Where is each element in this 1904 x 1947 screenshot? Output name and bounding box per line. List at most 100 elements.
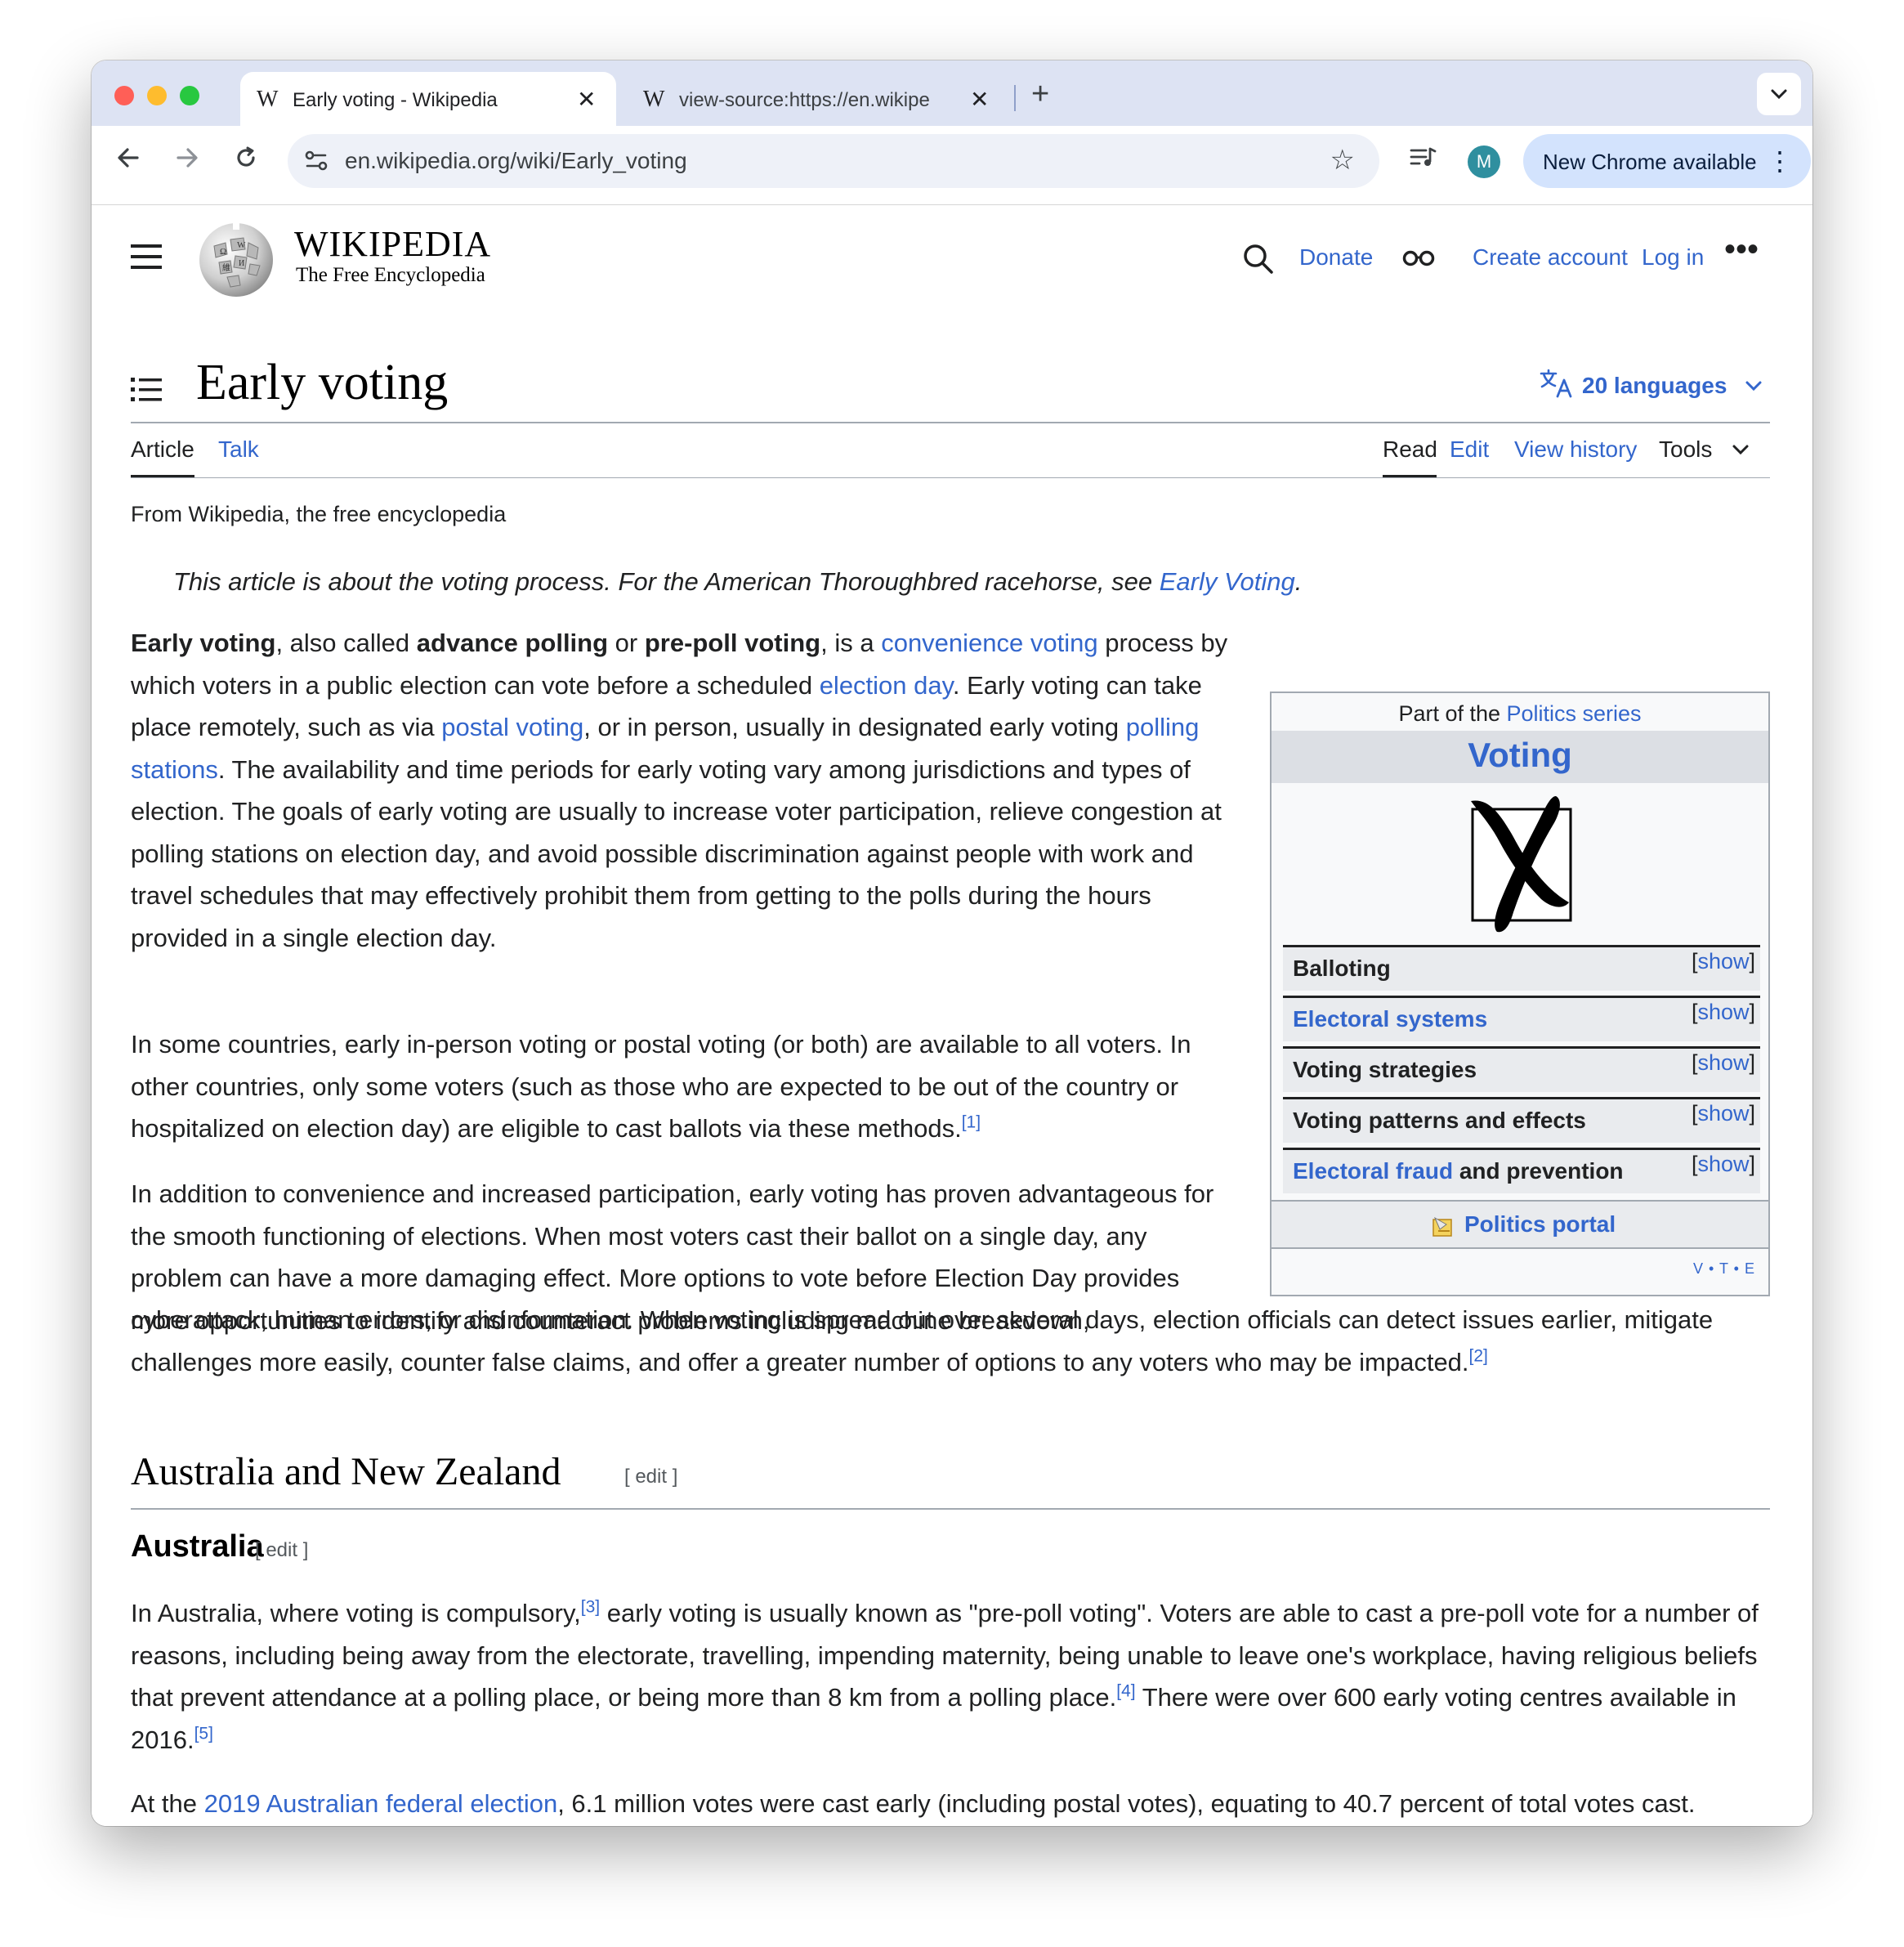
infobox-collapsible-row[interactable]: Voting patterns and effects [show] [1283, 1097, 1760, 1143]
tab-title: view-source:https://en.wikipe [679, 89, 930, 111]
infobox-collapsible-row[interactable]: Balloting [show] [1283, 945, 1760, 991]
maximize-window-button[interactable] [180, 86, 199, 105]
tab-strip: W Early voting - Wikipedia ✕ W view-sour… [92, 60, 1812, 126]
svg-text:維: 維 [222, 262, 230, 273]
back-arrow-icon[interactable] [114, 144, 142, 179]
browser-window: W Early voting - Wikipedia ✕ W view-sour… [92, 60, 1812, 1826]
tab-search-button[interactable] [1757, 73, 1801, 115]
svg-text:Ω: Ω [220, 247, 226, 257]
kebab-menu-icon[interactable]: ⋮ [1767, 145, 1793, 177]
site-info-icon[interactable] [302, 147, 330, 175]
section-heading-australia: Australia [131, 1529, 264, 1564]
minimize-window-button[interactable] [147, 86, 167, 105]
hatnote-link[interactable]: Early Voting [1160, 567, 1295, 596]
infobox-row-label: Electoral fraud and prevention [1293, 1158, 1624, 1184]
reading-glasses-icon[interactable] [1402, 249, 1435, 267]
wikipedia-page: Ω W И 維 WIKIPEDIA The Free Encyclopedia … [92, 205, 1812, 1826]
svg-text:W: W [237, 240, 246, 250]
toc-icon[interactable] [131, 377, 162, 403]
link-2019-australian-federal-election[interactable]: 2019 Australian federal election [204, 1789, 558, 1818]
infobox-row-label: Voting patterns and effects [1293, 1108, 1586, 1133]
paragraph-2019-election: At the 2019 Australian federal election,… [131, 1789, 1696, 1818]
section-divider [131, 1508, 1770, 1510]
paragraph-australia: In Australia, where voting is compulsory… [131, 1597, 1759, 1754]
infobox-collapsible-row[interactable]: Electoral fraud and prevention [show] [1283, 1148, 1760, 1193]
profile-avatar[interactable]: M [1468, 145, 1500, 178]
hatnote: This article is about the voting process… [173, 567, 1303, 596]
infobox-row-label: Electoral systems [1293, 1006, 1488, 1032]
vte-view[interactable]: V [1693, 1260, 1704, 1277]
infobox-collapsible-row[interactable]: Voting strategies [show] [1283, 1046, 1760, 1092]
media-control-icon[interactable] [1409, 145, 1438, 178]
more-options-icon[interactable]: ••• [1724, 231, 1759, 268]
tab-talk[interactable]: Talk [218, 436, 259, 463]
show-toggle[interactable]: [show] [1692, 949, 1755, 974]
infobox-series: Part of the Politics series [1398, 701, 1642, 726]
tab-read[interactable]: Read [1383, 436, 1437, 463]
tab-close-icon[interactable]: ✕ [970, 86, 989, 113]
log-in-link[interactable]: Log in [1642, 244, 1704, 271]
link-postal-voting[interactable]: postal voting [441, 713, 583, 741]
tab-view-history[interactable]: View history [1514, 436, 1637, 463]
address-bar[interactable]: en.wikipedia.org/wiki/Early_voting ☆ [288, 134, 1379, 188]
show-toggle[interactable]: [show] [1692, 1101, 1755, 1126]
section-edit-link[interactable]: [ edit ] [255, 1539, 308, 1562]
create-account-link[interactable]: Create account [1473, 244, 1628, 271]
forward-arrow-icon[interactable] [173, 144, 201, 179]
bookmark-star-icon[interactable]: ☆ [1330, 144, 1355, 177]
ballot-x-icon[interactable] [1456, 790, 1587, 937]
update-label: New Chrome available [1543, 150, 1757, 174]
languages-button[interactable]: 20 languages [1540, 369, 1763, 399]
tab-edit[interactable]: Edit [1450, 436, 1489, 463]
reference-2[interactable]: [2] [1469, 1346, 1488, 1365]
reference-5[interactable]: [5] [194, 1724, 213, 1743]
chevron-down-icon [1771, 89, 1787, 100]
section-edit-link[interactable]: [ edit ] [624, 1466, 677, 1488]
reload-icon[interactable] [232, 144, 260, 179]
vte-talk[interactable]: T [1719, 1260, 1729, 1277]
infobox-collapsible-row[interactable]: Electoral systems [show] [1283, 996, 1760, 1041]
title-divider [131, 422, 1770, 423]
reference-4[interactable]: [4] [1116, 1682, 1135, 1701]
tab-early-voting[interactable]: W Early voting - Wikipedia ✕ [240, 72, 616, 126]
search-icon[interactable] [1242, 243, 1275, 275]
tab-view-source[interactable]: W view-source:https://en.wikipe ✕ [627, 72, 1011, 126]
portal-icon [1432, 1216, 1452, 1237]
paragraph-countries: In some countries, early in-person votin… [131, 1030, 1191, 1143]
chevron-down-icon [1745, 381, 1762, 392]
show-toggle[interactable]: [show] [1692, 1050, 1755, 1076]
donate-link[interactable]: Donate [1299, 244, 1373, 271]
svg-text:И: И [239, 259, 244, 268]
wikipedia-tagline: The Free Encyclopedia [296, 264, 485, 286]
navbox-vte: V • T • E [1693, 1260, 1755, 1277]
url-text[interactable]: en.wikipedia.org/wiki/Early_voting [345, 148, 687, 174]
tab-close-icon[interactable]: ✕ [577, 86, 596, 113]
link-election-day[interactable]: election day [820, 671, 953, 700]
reference-1[interactable]: [1] [962, 1113, 981, 1132]
close-window-button[interactable] [114, 86, 134, 105]
politics-series-link[interactable]: Politics series [1507, 701, 1642, 726]
show-toggle[interactable]: [show] [1692, 1152, 1755, 1177]
languages-label: 20 languages [1582, 373, 1727, 398]
paragraph-intro: Early voting, also called advance pollin… [131, 629, 1228, 952]
paragraph-advantages-cont: cyberattack, human errors, or disinforma… [131, 1305, 1714, 1376]
hamburger-menu-icon[interactable] [131, 244, 162, 276]
vte-edit[interactable]: E [1745, 1260, 1755, 1277]
chevron-down-icon [1732, 445, 1749, 455]
politics-portal-link[interactable]: Politics portal [1464, 1211, 1616, 1238]
wikipedia-globe-logo[interactable]: Ω W И 維 [198, 222, 275, 298]
infobox-title[interactable]: Voting [1272, 736, 1768, 775]
tools-dropdown[interactable]: Tools [1659, 436, 1750, 463]
show-toggle[interactable]: [show] [1692, 1000, 1755, 1025]
new-chrome-available-button[interactable]: New Chrome available ⋮ [1523, 134, 1811, 188]
infobox-row-label: Balloting [1293, 956, 1391, 981]
tab-article[interactable]: Article [131, 436, 194, 463]
link-convenience-voting[interactable]: convenience voting [881, 629, 1097, 657]
wikipedia-wordmark[interactable]: WIKIPEDIA [294, 223, 491, 265]
infobox-row-label: Voting strategies [1293, 1057, 1477, 1082]
new-tab-button[interactable]: + [1031, 77, 1049, 112]
infobox-voting: Part of the Politics series Voting Ballo… [1270, 692, 1770, 1296]
browser-toolbar: en.wikipedia.org/wiki/Early_voting ☆ M N… [92, 126, 1812, 205]
tools-label: Tools [1659, 436, 1713, 462]
reference-3[interactable]: [3] [581, 1598, 600, 1617]
